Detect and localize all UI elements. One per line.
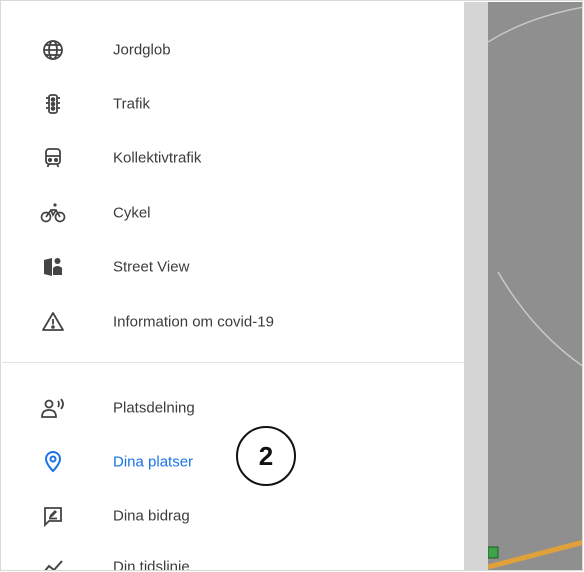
scroll-gutter[interactable]: [464, 2, 488, 570]
menu-item-trafik[interactable]: Trafik: [2, 82, 464, 126]
menu-item-label: Dina platser: [113, 453, 194, 471]
menu-item-jordglob[interactable]: Jordglob: [2, 28, 464, 72]
step-callout: 2: [236, 426, 296, 486]
menu-item-label: Street View: [113, 258, 190, 276]
warning-icon: [40, 309, 66, 335]
place-pin-icon: [40, 449, 66, 475]
contributions-icon: [40, 503, 66, 529]
menu-item-label: Dina bidrag: [113, 507, 190, 525]
menu-item-cykel[interactable]: Cykel: [2, 191, 464, 235]
menu-item-street-view[interactable]: Street View: [2, 245, 464, 289]
transit-icon: [40, 145, 66, 171]
menu-item-covid[interactable]: Information om covid-19: [2, 300, 464, 344]
street-view-icon: [40, 254, 66, 280]
menu-item-kollektivtrafik[interactable]: Kollektivtrafik: [2, 136, 464, 180]
menu-item-label: Kollektivtrafik: [113, 149, 202, 167]
menu-divider: [2, 362, 464, 363]
menu-item-din-tidslinje[interactable]: Din tidslinje: [2, 545, 464, 571]
timeline-icon: [40, 554, 66, 570]
screenshot-frame: Jordglob Trafik Kollektivtrafik Cykel St…: [0, 0, 583, 571]
bicycle-icon: [40, 200, 66, 226]
menu-item-label: Din tidslinje: [113, 558, 190, 571]
menu-item-label: Information om covid-19: [113, 313, 274, 331]
map-area[interactable]: [488, 2, 582, 570]
location-sharing-icon: [40, 395, 66, 421]
menu-item-dina-platser[interactable]: Dina platser: [2, 440, 464, 484]
layers-menu: Jordglob Trafik Kollektivtrafik Cykel St…: [2, 2, 464, 571]
globe-icon: [40, 37, 66, 63]
menu-item-label: Trafik: [113, 95, 150, 113]
menu-item-label: Jordglob: [113, 41, 171, 59]
traffic-light-icon: [40, 91, 66, 117]
map-roads: [488, 6, 582, 570]
menu-item-label: Platsdelning: [113, 399, 195, 417]
menu-item-label: Cykel: [113, 204, 151, 222]
menu-item-dina-bidrag[interactable]: Dina bidrag: [2, 494, 464, 538]
menu-item-platsdelning[interactable]: Platsdelning: [2, 386, 464, 430]
